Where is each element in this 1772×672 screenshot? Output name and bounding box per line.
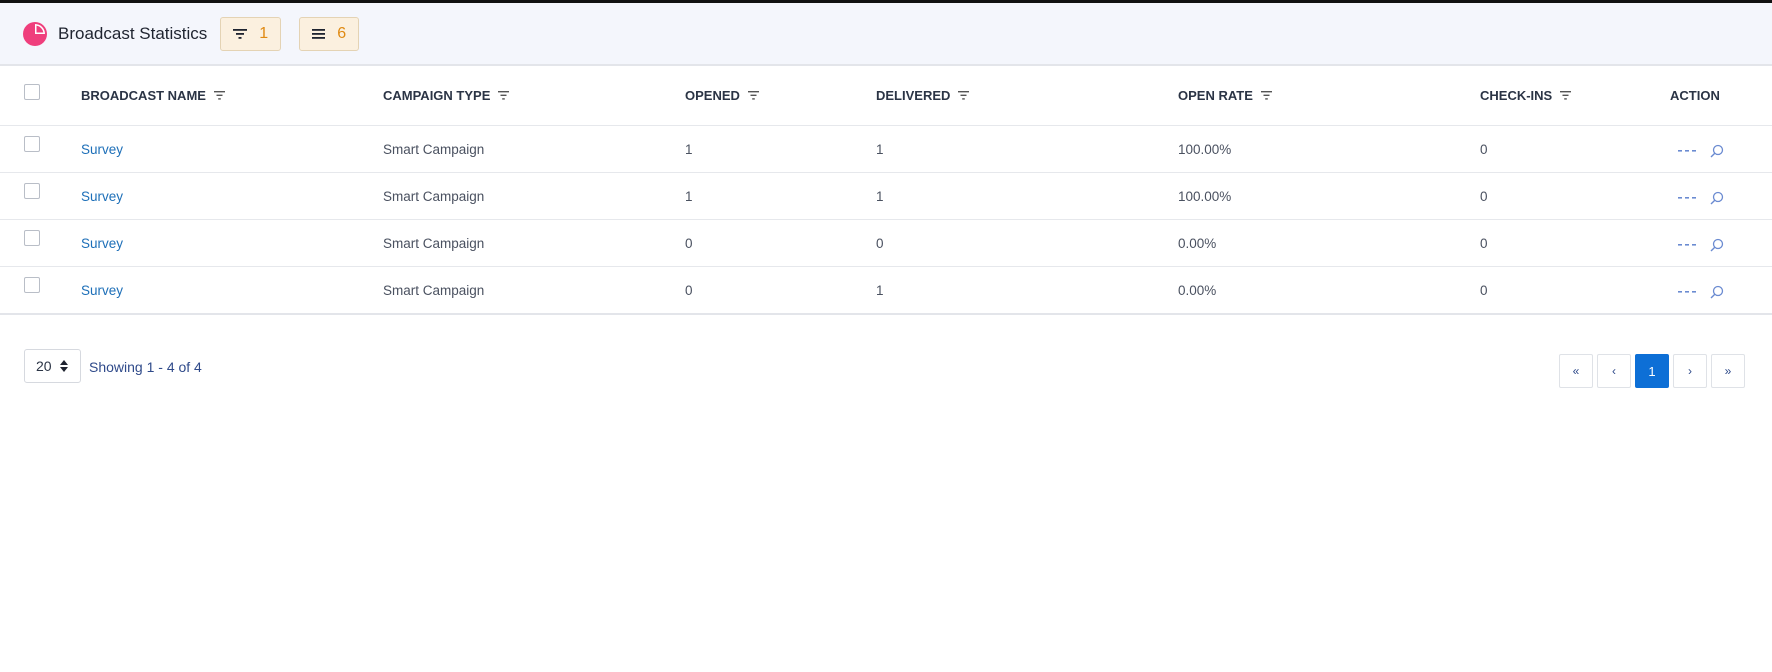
open-rate-cell: 0.00% <box>1178 219 1480 267</box>
table-header-row: BROADCAST NAME CAMPAIGN TYPE OPENED DELI… <box>0 66 1772 126</box>
column-filter-icon[interactable] <box>1260 91 1272 100</box>
more-icon[interactable] <box>1678 290 1696 294</box>
column-filter-icon[interactable] <box>213 91 225 100</box>
opened-cell: 0 <box>685 219 876 267</box>
delivered-cell: 1 <box>876 125 1178 173</box>
campaign-type-cell: Smart Campaign <box>383 219 685 267</box>
table-row: Survey Smart Campaign 0 0 0.00% 0 <box>0 219 1772 267</box>
campaign-type-cell: Smart Campaign <box>383 266 685 315</box>
check-ins-cell: 0 <box>1480 219 1670 267</box>
list-icon <box>312 28 326 39</box>
page-title: Broadcast Statistics <box>58 23 208 43</box>
columns-count: 6 <box>337 24 347 42</box>
col-delivered[interactable]: DELIVERED <box>876 66 1178 126</box>
col-broadcast-name[interactable]: BROADCAST NAME <box>81 66 383 126</box>
open-rate-cell: 100.00% <box>1178 172 1480 220</box>
check-ins-cell: 0 <box>1480 125 1670 173</box>
col-check-ins[interactable]: CHECK-INS <box>1480 66 1670 126</box>
search-icon[interactable] <box>1710 144 1724 158</box>
more-icon[interactable] <box>1678 243 1696 247</box>
col-open-rate[interactable]: OPEN RATE <box>1178 66 1480 126</box>
table-row: Survey Smart Campaign 0 1 0.00% 0 <box>0 266 1772 315</box>
delivered-cell: 1 <box>876 266 1178 315</box>
col-campaign-type[interactable]: CAMPAIGN TYPE <box>383 66 685 126</box>
page-size-select[interactable]: 20 <box>24 349 81 383</box>
row-checkbox[interactable] <box>24 182 40 199</box>
check-ins-cell: 0 <box>1480 266 1670 315</box>
row-checkbox[interactable] <box>24 135 40 152</box>
column-filter-icon[interactable] <box>498 91 510 100</box>
filter-button[interactable]: 1 <box>220 16 282 51</box>
broadcast-name-link[interactable]: Survey <box>81 236 123 251</box>
sort-arrows-icon <box>59 360 68 372</box>
search-icon[interactable] <box>1710 285 1724 299</box>
delivered-cell: 1 <box>876 172 1178 220</box>
row-checkbox[interactable] <box>24 276 40 293</box>
opened-cell: 1 <box>685 172 876 220</box>
filter-icon <box>233 28 248 39</box>
prev-page-button[interactable]: ‹ <box>1597 354 1631 388</box>
page-header: Broadcast Statistics 1 6 <box>0 3 1772 66</box>
last-page-button[interactable]: » <box>1711 354 1745 388</box>
table-footer: 20 Showing 1 - 4 of 4 « ‹ 1 › » <box>0 315 1772 435</box>
column-filter-icon[interactable] <box>1560 91 1572 100</box>
col-opened[interactable]: OPENED <box>685 66 876 126</box>
delivered-cell: 0 <box>876 219 1178 267</box>
first-page-button[interactable]: « <box>1559 354 1593 388</box>
opened-cell: 0 <box>685 266 876 315</box>
more-icon[interactable] <box>1678 149 1696 153</box>
columns-button[interactable]: 6 <box>299 16 360 51</box>
showing-count: Showing 1 - 4 of 4 <box>89 359 202 375</box>
search-icon[interactable] <box>1710 238 1724 252</box>
opened-cell: 1 <box>685 125 876 173</box>
page-size-value: 20 <box>36 358 52 374</box>
current-page-button[interactable]: 1 <box>1635 354 1669 388</box>
pie-chart-icon <box>23 21 47 46</box>
broadcast-name-link[interactable]: Survey <box>81 189 123 204</box>
check-ins-cell: 0 <box>1480 172 1670 220</box>
col-action: ACTION <box>1670 66 1772 126</box>
broadcast-table: BROADCAST NAME CAMPAIGN TYPE OPENED DELI… <box>0 66 1772 315</box>
broadcast-name-link[interactable]: Survey <box>81 283 123 298</box>
open-rate-cell: 100.00% <box>1178 125 1480 173</box>
filter-count: 1 <box>259 24 269 42</box>
table-row: Survey Smart Campaign 1 1 100.00% 0 <box>0 172 1772 220</box>
broadcast-name-link[interactable]: Survey <box>81 142 123 157</box>
campaign-type-cell: Smart Campaign <box>383 125 685 173</box>
row-checkbox[interactable] <box>24 229 40 246</box>
open-rate-cell: 0.00% <box>1178 266 1480 315</box>
more-icon[interactable] <box>1678 196 1696 200</box>
campaign-type-cell: Smart Campaign <box>383 172 685 220</box>
next-page-button[interactable]: › <box>1673 354 1707 388</box>
pagination: « ‹ 1 › » <box>1559 354 1745 388</box>
table-row: Survey Smart Campaign 1 1 100.00% 0 <box>0 125 1772 173</box>
column-filter-icon[interactable] <box>958 91 970 100</box>
column-filter-icon[interactable] <box>747 91 759 100</box>
search-icon[interactable] <box>1710 191 1724 205</box>
select-all-checkbox[interactable] <box>24 84 40 100</box>
